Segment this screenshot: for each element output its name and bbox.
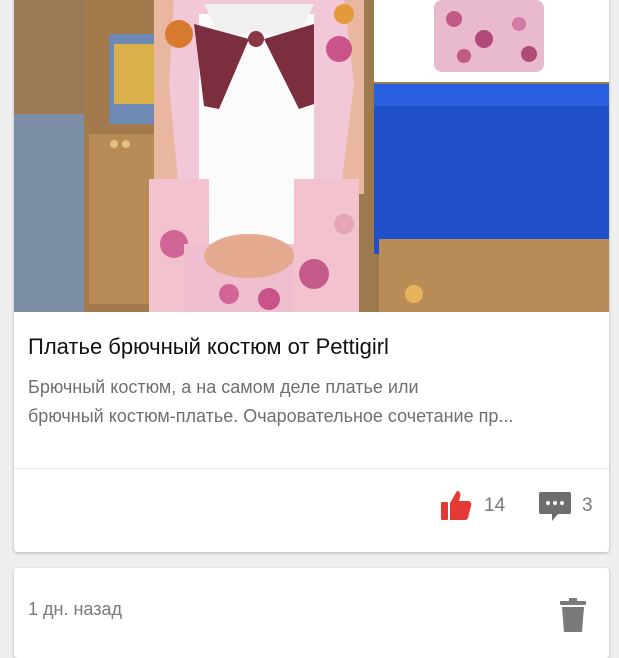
post-excerpt[interactable]: Брючный костюм, а на самом деле платье и… (28, 373, 593, 431)
card-divider (14, 468, 609, 469)
thumbs-up-icon[interactable] (440, 489, 472, 521)
trash-icon[interactable] (560, 598, 586, 632)
next-post-card[interactable]: 1 дн. назад (14, 568, 609, 658)
post-actions: 14 3 (14, 472, 609, 552)
post-timestamp: 1 дн. назад (28, 599, 122, 619)
post-photo[interactable] (14, 0, 609, 312)
comment-icon[interactable] (538, 490, 572, 522)
like-count: 14 (484, 495, 506, 516)
post-card[interactable]: Платье брючный костюм от Pettigirl Брючн… (14, 0, 609, 552)
post-title[interactable]: Платье брючный костюм от Pettigirl (28, 334, 389, 360)
excerpt-line: Брючный костюм, а на самом деле платье и… (28, 377, 419, 397)
comment-count: 3 (582, 495, 593, 516)
excerpt-line: брючный костюм-платье. Очаровательное со… (28, 406, 514, 426)
